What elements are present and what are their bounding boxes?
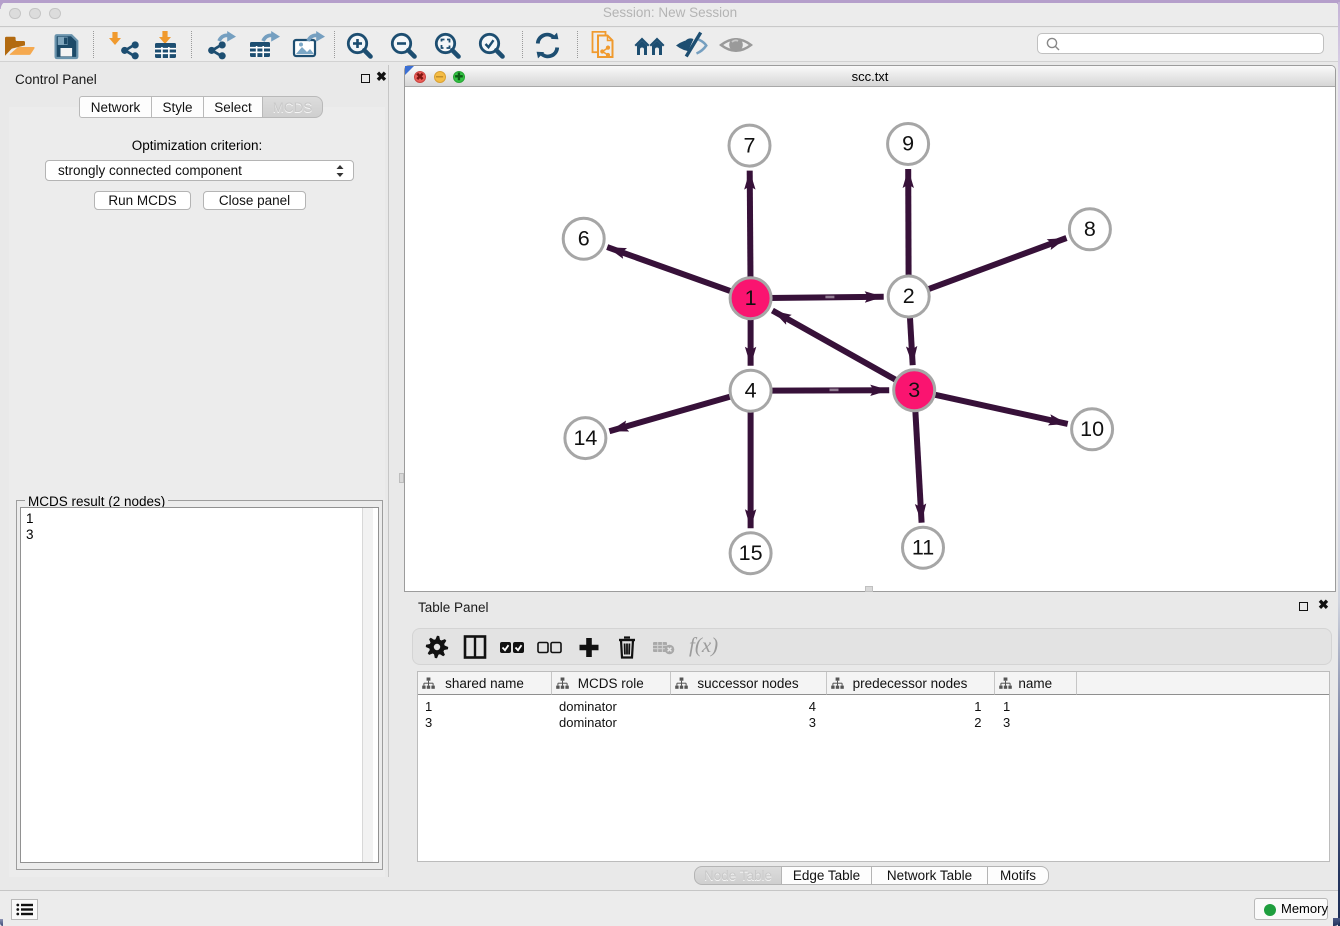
svg-text:3: 3 bbox=[908, 378, 920, 402]
svg-text:14: 14 bbox=[573, 426, 597, 450]
svg-text:4: 4 bbox=[745, 378, 757, 402]
svg-text:2: 2 bbox=[903, 284, 915, 308]
svg-text:6: 6 bbox=[578, 226, 590, 250]
svg-text:8: 8 bbox=[1084, 217, 1096, 241]
svg-text:7: 7 bbox=[744, 133, 756, 157]
svg-text:9: 9 bbox=[902, 132, 914, 156]
svg-text:10: 10 bbox=[1080, 417, 1104, 441]
svg-text:15: 15 bbox=[739, 541, 763, 565]
svg-text:1: 1 bbox=[745, 286, 757, 310]
svg-text:11: 11 bbox=[912, 535, 934, 559]
